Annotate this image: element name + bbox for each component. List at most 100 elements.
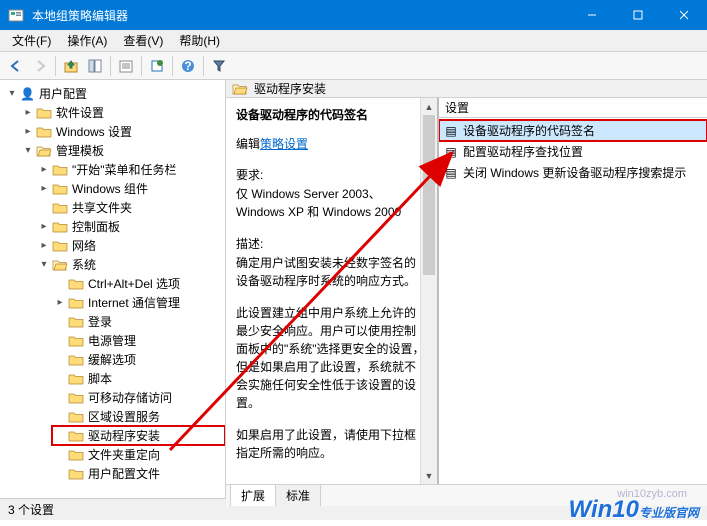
help-button[interactable]: ? — [176, 54, 200, 78]
policy-icon: ▤ — [443, 145, 459, 159]
menu-view[interactable]: 查看(V) — [115, 30, 171, 51]
toolbar: ? — [0, 52, 707, 80]
properties-button[interactable] — [114, 54, 138, 78]
tree-item[interactable]: 缓解选项 — [52, 350, 225, 369]
tree-item[interactable]: 可移动存储访问 — [52, 388, 225, 407]
expander-none — [54, 411, 66, 423]
list-item-label: 关闭 Windows 更新设备驱动程序搜索提示 — [463, 164, 686, 181]
minimize-button[interactable] — [569, 0, 615, 30]
folder-closed-icon — [52, 182, 68, 196]
filter-button[interactable] — [207, 54, 231, 78]
scroll-up-icon[interactable]: ▲ — [421, 98, 437, 115]
chevron-down-icon[interactable]: ▾ — [22, 145, 34, 157]
chevron-right-icon[interactable]: ▸ — [22, 126, 34, 138]
tree-item-label: 共享文件夹 — [72, 199, 132, 216]
tree-item-label: 网络 — [72, 237, 96, 254]
tree-item[interactable]: ▸ 网络 — [36, 236, 225, 255]
back-button[interactable] — [4, 54, 28, 78]
requirements-text: 仅 Windows Server 2003、Windows XP 和 Windo… — [236, 185, 427, 221]
scrollbar-thumb[interactable] — [423, 115, 435, 275]
tree-item[interactable]: 登录 — [52, 312, 225, 331]
tree-item[interactable]: ▾系统 — [36, 255, 225, 274]
tree-item[interactable]: 脚本 — [52, 369, 225, 388]
tree-item[interactable]: ▸ Internet 通信管理 — [52, 293, 225, 312]
chevron-right-icon[interactable]: ▸ — [22, 107, 34, 119]
folder-closed-icon — [52, 163, 68, 177]
folder-open-icon — [36, 144, 52, 158]
folder-closed-icon — [68, 315, 84, 329]
column-settings: 设置 — [445, 99, 469, 116]
expander-none — [54, 449, 66, 461]
list-item[interactable]: ▤配置驱动程序查找位置 — [439, 141, 707, 162]
list-item[interactable]: ▤ 关闭 Windows 更新设备驱动程序搜索提示 — [439, 162, 707, 183]
window-title: 本地组策略编辑器 — [32, 7, 569, 24]
tree-item-label: 驱动程序安装 — [88, 427, 160, 444]
menu-file[interactable]: 文件(F) — [4, 30, 59, 51]
expander-none — [54, 430, 66, 442]
tree-item[interactable]: ▾管理模板 — [20, 141, 225, 160]
folder-closed-icon — [68, 467, 84, 481]
folder-closed-icon — [68, 277, 84, 291]
maximize-button[interactable] — [615, 0, 661, 30]
tree-item[interactable]: ▸Windows 组件 — [36, 179, 225, 198]
chevron-right-icon[interactable]: ▸ — [38, 240, 50, 252]
tree-item-label: Ctrl+Alt+Del 选项 — [88, 275, 180, 292]
edit-label: 编辑 — [236, 137, 260, 151]
tree-item[interactable]: ▸ 控制面板 — [36, 217, 225, 236]
menu-help[interactable]: 帮助(H) — [171, 30, 228, 51]
show-hide-tree-button[interactable] — [83, 54, 107, 78]
close-button[interactable] — [661, 0, 707, 30]
list-column-header[interactable]: 设置 — [439, 98, 707, 118]
tree-item[interactable]: 驱动程序安装 — [52, 426, 225, 445]
tree-item[interactable]: 区域设置服务 — [52, 407, 225, 426]
detail-scrollbar[interactable]: ▲ ▼ — [420, 98, 437, 484]
tree-pane[interactable]: ▾👤用户配置▸软件设置▸Windows 设置▾管理模板▸"开始"菜单和任务栏▸W… — [0, 80, 226, 498]
chevron-right-icon[interactable]: ▸ — [54, 297, 66, 309]
refresh-button[interactable] — [145, 54, 169, 78]
tree-root[interactable]: ▾👤用户配置 — [4, 84, 225, 103]
tab-standard[interactable]: 标准 — [275, 484, 321, 506]
edit-policy-link[interactable]: 策略设置 — [260, 137, 308, 151]
tree-item[interactable]: 用户配置文件 — [52, 464, 225, 483]
requirements-label: 要求: — [236, 166, 427, 183]
folder-closed-icon — [68, 391, 84, 405]
user-config-icon: 👤 — [20, 87, 35, 101]
list-item[interactable]: ▤设备驱动程序的代码签名 — [439, 120, 707, 141]
tree-item[interactable]: 电源管理 — [52, 331, 225, 350]
forward-button[interactable] — [28, 54, 52, 78]
tree-item[interactable]: ▸软件设置 — [20, 103, 225, 122]
tree-item-label: Windows 设置 — [56, 123, 132, 140]
folder-closed-icon — [68, 372, 84, 386]
settings-list[interactable]: ▤设备驱动程序的代码签名▤配置驱动程序查找位置▤关闭 Windows 更新设备驱… — [439, 118, 707, 484]
tree-item-label: 控制面板 — [72, 218, 120, 235]
chevron-down-icon[interactable]: ▾ — [6, 88, 18, 100]
expander-none — [54, 278, 66, 290]
description-label: 描述: — [236, 235, 427, 252]
tree-item-label: 脚本 — [88, 370, 112, 387]
chevron-right-icon[interactable]: ▸ — [38, 164, 50, 176]
tab-extended[interactable]: 扩展 — [230, 484, 276, 506]
tree-item[interactable]: ▸ Windows 设置 — [20, 122, 225, 141]
up-button[interactable] — [59, 54, 83, 78]
list-item-label: 设备驱动程序的代码签名 — [463, 122, 595, 139]
folder-closed-icon — [68, 429, 84, 443]
tree-item[interactable]: ▸"开始"菜单和任务栏 — [36, 160, 225, 179]
watermark-brand: Win10专业版官网 — [569, 496, 699, 524]
tree-item[interactable]: Ctrl+Alt+Del 选项 — [52, 274, 225, 293]
description-text-3: 如果启用了此设置，请使用下拉框指定所需的响应。 — [236, 426, 427, 462]
chevron-right-icon[interactable]: ▸ — [38, 183, 50, 195]
tree-item[interactable]: 共享文件夹 — [36, 198, 225, 217]
tree-item[interactable]: 文件夹重定向 — [52, 445, 225, 464]
chevron-right-icon[interactable]: ▸ — [38, 221, 50, 233]
policy-icon: ▤ — [443, 166, 459, 180]
folder-closed-icon — [36, 125, 52, 139]
tree-item-label: Internet 通信管理 — [88, 294, 180, 311]
scroll-down-icon[interactable]: ▼ — [421, 467, 437, 484]
expander-none — [38, 202, 50, 214]
window-titlebar: 本地组策略编辑器 — [0, 0, 707, 30]
folder-closed-icon — [68, 296, 84, 310]
chevron-down-icon[interactable]: ▾ — [38, 259, 50, 271]
menu-action[interactable]: 操作(A) — [59, 30, 115, 51]
menubar: 文件(F) 操作(A) 查看(V) 帮助(H) — [0, 30, 707, 52]
tree-item-label: 可移动存储访问 — [88, 389, 172, 406]
